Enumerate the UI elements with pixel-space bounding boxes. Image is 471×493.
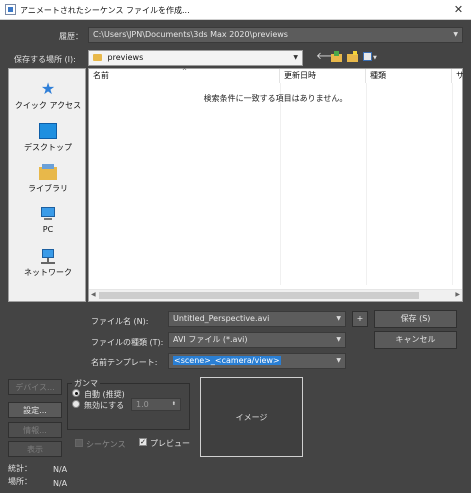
chevron-down-icon: ▼ [336, 357, 341, 364]
history-value: C:\Users\JPN\Documents\3ds Max 2020\prev… [93, 30, 288, 39]
place-label: クイック アクセス [14, 101, 82, 110]
preview-checkbox[interactable]: ✓ [139, 438, 147, 446]
back-icon[interactable]: 🡐 [316, 52, 343, 62]
gamma-value-spinner[interactable]: 1.0 ⬍ [131, 398, 181, 411]
empty-message: 検索条件に一致する項目はありません。 [203, 94, 348, 103]
location-value: N/A [53, 479, 68, 488]
save-in-value: previews [107, 53, 144, 62]
location-label: 場所： [8, 477, 32, 486]
save-in-label: 保存する場所 (I): [14, 55, 76, 64]
history-dropdown[interactable]: C:\Users\JPN\Documents\3ds Max 2020\prev… [88, 27, 463, 43]
app-icon [5, 4, 16, 15]
place-library[interactable]: ライブラリ [9, 164, 87, 194]
place-desktop[interactable]: デスクトップ [9, 123, 87, 153]
sort-chevron-icon: ^ [182, 68, 188, 75]
file-name-label: ファイル名 (N): [91, 317, 149, 326]
pc-icon [39, 206, 57, 222]
preview-label: プレビュー [150, 439, 190, 448]
column-divider [366, 83, 367, 285]
star-icon: ★ [40, 79, 56, 98]
gamma-override-radio[interactable] [72, 400, 80, 408]
desktop-icon [39, 123, 57, 139]
place-label: ネットワーク [24, 268, 72, 277]
network-icon [39, 248, 57, 264]
sequence-label: シーケンス [86, 440, 126, 449]
gamma-auto-label: 自動 (推奨) [84, 390, 125, 399]
file-type-dropdown[interactable]: AVI ファイル (*.avi) ▼ [168, 332, 346, 348]
file-type-label: ファイルの種類 (T): [91, 338, 164, 347]
place-pc[interactable]: PC [9, 206, 87, 234]
column-header-type[interactable]: 種類 [366, 69, 452, 83]
horizontal-scrollbar[interactable]: ◀ ▶ [89, 289, 462, 301]
place-network[interactable]: ネットワーク [9, 248, 87, 278]
chevron-down-icon: ▼ [293, 54, 298, 61]
spinner-arrows-icon[interactable]: ⬍ [172, 399, 176, 410]
gamma-value: 1.0 [136, 400, 149, 409]
chevron-down-icon: ▼ [453, 31, 458, 38]
history-label: 履歴： [59, 32, 83, 41]
column-header-modified[interactable]: 更新日時 [280, 69, 366, 83]
cancel-button[interactable]: キャンセル [374, 331, 457, 349]
image-preview: イメージ [200, 377, 303, 457]
scrollbar-thumb[interactable] [99, 292, 419, 299]
file-name-input[interactable]: Untitled_Perspective.avi ▼ [168, 311, 346, 327]
place-quick-access[interactable]: ★ クイック アクセス [9, 81, 87, 111]
view-button[interactable]: 表示 [8, 441, 62, 457]
window-title: アニメートされたシーケンス ファイルを作成... [20, 6, 190, 15]
place-label: デスクトップ [24, 143, 72, 152]
stats-value: N/A [53, 465, 68, 474]
gamma-override-label: 無効にする [84, 401, 125, 410]
new-folder-icon[interactable] [347, 51, 358, 62]
devices-button[interactable]: デバイス... [8, 379, 62, 395]
setup-button[interactable]: 設定... [8, 402, 62, 418]
name-template-dropdown[interactable]: <scene>_<camera/view> ▼ [168, 353, 346, 369]
file-type-value: AVI ファイル (*.avi) [173, 335, 248, 344]
save-in-dropdown[interactable]: previews ▼ [88, 50, 303, 66]
scroll-left-icon[interactable]: ◀ [91, 291, 96, 298]
scroll-right-icon[interactable]: ▶ [455, 291, 460, 298]
sequence-checkbox[interactable] [75, 439, 83, 447]
library-icon [39, 164, 57, 180]
folder-icon [93, 54, 102, 61]
up-folder-icon[interactable] [331, 51, 342, 62]
column-header-size[interactable]: サ [452, 69, 463, 83]
file-list[interactable]: 名前 ^ 更新日時 種類 サ 検索条件に一致する項目はありません。 ◀ ▶ [88, 68, 463, 302]
column-divider [452, 83, 453, 285]
chevron-down-icon: ▼ [336, 336, 341, 343]
stats-label: 統計： [8, 464, 32, 473]
title-bar: アニメートされたシーケンス ファイルを作成... ✕ [0, 0, 471, 20]
column-divider [280, 83, 281, 285]
gamma-auto-radio[interactable] [72, 389, 80, 397]
close-icon[interactable]: ✕ [452, 3, 465, 16]
view-menu-icon[interactable]: ▼ [363, 52, 377, 62]
file-name-value: Untitled_Perspective.avi [173, 314, 270, 323]
place-label: PC [42, 225, 54, 234]
chevron-down-icon: ▼ [336, 315, 341, 322]
name-template-value: <scene>_<camera/view> [173, 356, 281, 365]
gamma-title: ガンマ [72, 378, 100, 389]
place-label: ライブラリ [28, 184, 68, 193]
save-button[interactable]: 保存 (S) [374, 310, 457, 328]
name-template-label: 名前テンプレート: [91, 358, 158, 367]
add-button[interactable]: + [352, 311, 368, 327]
places-sidebar: ★ クイック アクセス デスクトップ ライブラリ PC ネットワーク [8, 68, 86, 302]
info-button[interactable]: 情報... [8, 422, 62, 438]
